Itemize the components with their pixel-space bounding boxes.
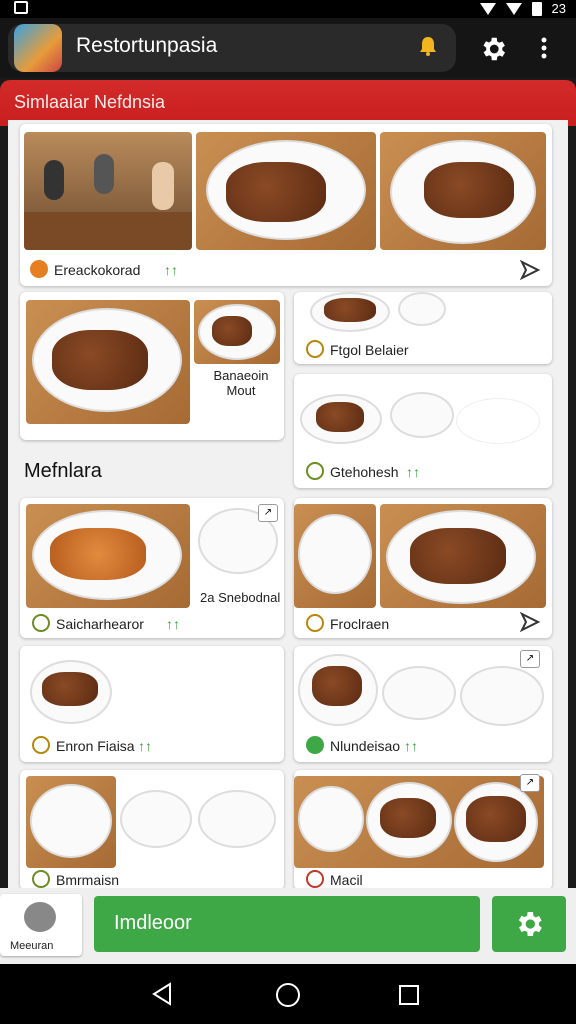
food-photo (390, 392, 454, 438)
gear-icon (518, 912, 542, 936)
avatar (24, 902, 56, 932)
food-photo (380, 132, 546, 250)
dish-icon (306, 614, 324, 632)
battery-icon (531, 1, 542, 16)
rating-badge: ↑↑ (138, 738, 152, 754)
gear-icon[interactable] (478, 34, 508, 64)
card-caption: Enron Fiaisa (56, 738, 135, 754)
food-photo (26, 654, 116, 730)
card-caption: 2a Snebodnal (200, 590, 281, 605)
card-caption: Saicharhearor (56, 616, 144, 632)
check-icon (306, 736, 324, 754)
food-photo (196, 132, 376, 250)
notification-icon (14, 1, 28, 14)
food-photo (120, 790, 192, 848)
food-photo (194, 300, 280, 364)
food-card[interactable]: ↗ 2a Snebodnal Saicharhearor ↑↑ (20, 498, 284, 638)
card-caption: Ereackokorad (54, 262, 141, 278)
restaurant-photo (24, 132, 192, 250)
primary-button[interactable]: Imdleoor (94, 896, 480, 952)
dish-icon (306, 340, 324, 358)
card-caption: Bmrmaisn (56, 872, 120, 888)
app-title: Restortunpasia (76, 34, 218, 57)
food-card[interactable]: Froclraen (294, 498, 552, 638)
clock: 23 (551, 1, 566, 16)
expand-icon[interactable]: ↗ (520, 774, 540, 792)
food-photo (26, 504, 190, 608)
food-grid: Ereackokorad ↑↑ Banaeoin Mout Ftgol Bela… (8, 120, 568, 890)
more-icon[interactable] (536, 36, 552, 60)
dish-icon (32, 736, 50, 754)
signal-icon (505, 2, 522, 15)
bottom-bar: Meeuran Imdleoor (0, 888, 576, 964)
rating-badge: ↑↑ (404, 738, 418, 754)
recents-icon[interactable] (398, 984, 420, 1006)
card-caption: Nlundeisao (330, 738, 401, 754)
home-icon[interactable] (275, 982, 301, 1008)
share-icon[interactable] (520, 612, 540, 632)
back-icon[interactable] (150, 982, 174, 1006)
food-card[interactable]: Gtehohesh ↑↑ (294, 374, 552, 488)
food-photo (294, 776, 544, 868)
food-photo (460, 666, 544, 726)
food-photo (26, 776, 116, 868)
food-card[interactable]: ↗ Macil (294, 770, 552, 890)
food-photo (380, 504, 546, 608)
rice-mound (456, 398, 540, 444)
card-caption: Gtehohesh (330, 464, 399, 480)
dish-icon (306, 462, 324, 480)
veggie-icon (30, 260, 48, 278)
food-card[interactable]: Ftgol Belaier (294, 292, 552, 364)
rating-badge: ↑↑ (164, 262, 178, 278)
profile-button[interactable]: Meeuran (0, 894, 82, 956)
card-caption: Banaeoin Mout (213, 368, 269, 398)
food-card[interactable]: Banaeoin Mout (20, 292, 284, 440)
food-photo (382, 666, 456, 720)
food-photo (294, 504, 376, 608)
card-caption: Froclraen (330, 616, 390, 632)
app-bar: Restortunpasia (0, 18, 576, 78)
profile-label: Meeuran (10, 940, 54, 952)
food-card[interactable]: Ereackokorad ↑↑ (20, 124, 552, 286)
dish-icon (32, 870, 50, 888)
wifi-icon (479, 2, 496, 15)
card-caption: Ftgol Belaier (330, 342, 409, 358)
rating-badge: ↑↑ (406, 464, 420, 480)
food-photo (310, 292, 392, 332)
system-nav-bar (0, 964, 576, 1024)
expand-icon[interactable]: ↗ (258, 504, 278, 522)
app-logo (14, 24, 62, 72)
food-card[interactable]: Enron Fiaisa ↑↑ (20, 646, 284, 762)
dish-icon (32, 614, 50, 632)
sauce-bowl (398, 292, 446, 326)
primary-button-label: Imdleoor (114, 912, 192, 934)
food-card[interactable]: ↗ Nlundeisao ↑↑ (294, 646, 552, 762)
expand-icon[interactable]: ↗ (520, 650, 540, 668)
food-photo (198, 790, 276, 848)
card-caption: Macil (330, 872, 363, 888)
dish-icon (306, 870, 324, 888)
section-title: Mefnlara (24, 460, 102, 482)
settings-button[interactable] (492, 896, 566, 952)
share-icon[interactable] (520, 260, 540, 280)
banner-title: Simlaaiar Nefdnsia (14, 92, 166, 112)
rating-badge: ↑↑ (166, 616, 180, 632)
bell-icon[interactable] (416, 34, 440, 58)
food-card[interactable]: Bmrmaisn (20, 770, 284, 890)
food-photo (26, 300, 190, 424)
status-bar: 23 (0, 0, 576, 18)
